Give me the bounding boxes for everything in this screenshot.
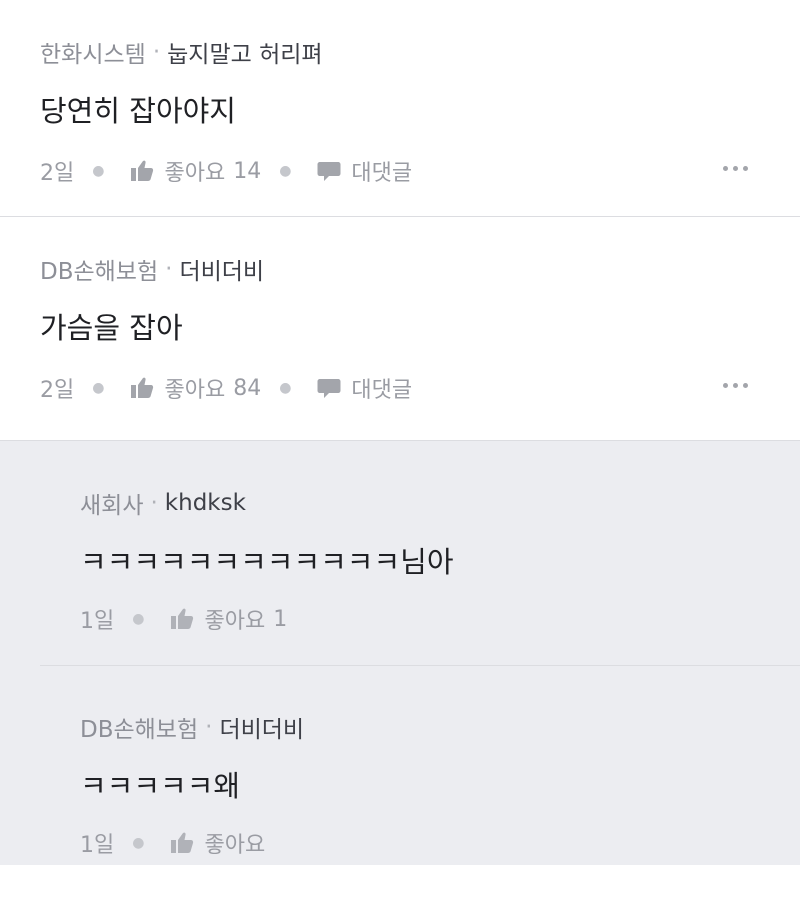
reply-actions: 1일 ● 좋아요	[80, 827, 273, 859]
reply-label: 대댓글	[351, 378, 413, 403]
meta-separator-dot: ●	[132, 835, 145, 851]
meta-separator-dot: ●	[92, 163, 105, 179]
like-button[interactable]: 좋아요 14	[130, 155, 261, 187]
thumbs-up-icon	[171, 608, 194, 629]
reply-button[interactable]: 대댓글	[317, 372, 412, 404]
reply-author: DB손해보험 · 더비더비	[80, 710, 304, 744]
author-separator: ·	[165, 256, 173, 282]
author-nickname[interactable]: khdksk	[165, 490, 246, 516]
reply-item: DB손해보험 · 더비더비 ㅋㅋㅋㅋㅋ왜 1일 ● 좋아요	[0, 665, 800, 865]
reply-text: ㅋㅋㅋㅋㅋ왜	[80, 769, 241, 803]
reply-time: 1일	[80, 609, 115, 634]
comment-text: 당연히 잡아야지	[40, 94, 236, 128]
comment-actions: 2일 ● 좋아요 84 ● 대댓글	[40, 372, 412, 404]
speech-bubble-icon	[317, 162, 341, 181]
author-company: DB손해보험	[40, 259, 159, 285]
thumbs-up-icon	[131, 377, 154, 398]
reply-actions: 1일 ● 좋아요 1	[80, 603, 287, 635]
more-dots-icon[interactable]	[723, 166, 748, 171]
author-separator: ·	[150, 490, 158, 516]
author-company: 새회사	[80, 493, 144, 519]
like-button[interactable]: 좋아요 1	[170, 603, 287, 635]
reply-label: 대댓글	[351, 161, 413, 186]
author-nickname[interactable]: 눕지말고 허리펴	[167, 35, 322, 69]
author-nickname[interactable]: 더비더비	[219, 710, 304, 744]
like-button[interactable]: 좋아요	[170, 827, 273, 859]
comment-actions: 2일 ● 좋아요 14 ● 대댓글	[40, 155, 412, 187]
like-count: 84	[233, 375, 262, 401]
reply-time: 1일	[80, 833, 115, 858]
comment-time: 2일	[40, 161, 75, 186]
like-label: 좋아요	[164, 161, 226, 186]
thumbs-up-icon	[131, 160, 154, 181]
more-dots-icon[interactable]	[723, 383, 748, 388]
like-label: 좋아요	[204, 833, 266, 858]
comment-time: 2일	[40, 378, 75, 403]
meta-separator-dot: ●	[132, 611, 145, 627]
like-count: 1	[273, 606, 288, 632]
author-nickname[interactable]: 더비더비	[179, 252, 264, 286]
reply-thread: 새회사 · khdksk ㅋㅋㅋㅋㅋㅋㅋㅋㅋㅋㅋㅋ님아 1일 ● 좋아요 1 D…	[0, 441, 800, 865]
comment-text: 가슴을 잡아	[40, 311, 183, 345]
meta-separator-dot: ●	[279, 380, 292, 396]
comment-author: 한화시스템 · 눕지말고 허리펴	[40, 35, 323, 69]
meta-separator-dot: ●	[279, 163, 292, 179]
reply-author: 새회사 · khdksk	[80, 486, 246, 520]
speech-bubble-icon	[317, 379, 341, 398]
like-label: 좋아요	[204, 609, 266, 634]
reply-text: ㅋㅋㅋㅋㅋㅋㅋㅋㅋㅋㅋㅋ님아	[80, 545, 454, 579]
author-company: 한화시스템	[40, 42, 146, 68]
comment-author: DB손해보험 · 더비더비	[40, 252, 264, 286]
like-button[interactable]: 좋아요 84	[130, 372, 261, 404]
like-count: 14	[233, 158, 262, 184]
thumbs-up-icon	[171, 832, 194, 853]
meta-separator-dot: ●	[92, 380, 105, 396]
author-separator: ·	[205, 714, 213, 740]
author-company: DB손해보험	[80, 717, 199, 743]
reply-item: 새회사 · khdksk ㅋㅋㅋㅋㅋㅋㅋㅋㅋㅋㅋㅋ님아 1일 ● 좋아요 1	[0, 441, 800, 665]
comment-item: 한화시스템 · 눕지말고 허리펴 당연히 잡아야지 2일 ● 좋아요 14 ● …	[0, 0, 800, 217]
author-separator: ·	[152, 39, 161, 65]
like-label: 좋아요	[164, 378, 226, 403]
reply-button[interactable]: 대댓글	[317, 155, 412, 187]
comment-item: DB손해보험 · 더비더비 가슴을 잡아 2일 ● 좋아요 84 ● 대댓글	[0, 217, 800, 441]
